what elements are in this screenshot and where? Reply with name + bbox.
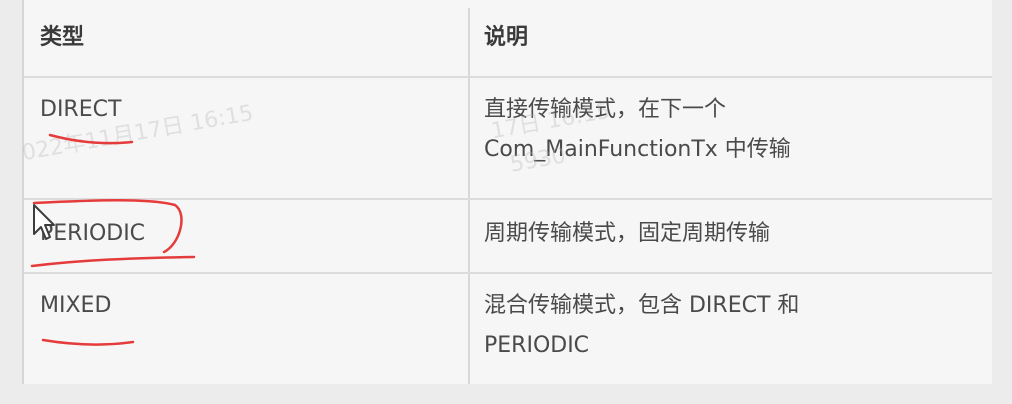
table-row: PERIODIC 周期传输模式，固定周期传输 (24, 198, 992, 274)
description-header: 说明 (484, 25, 529, 50)
row-direct-type: DIRECT (40, 97, 122, 122)
table-header-row: 类型 说明 (24, 0, 992, 78)
description-line: 周期传输模式，固定周期传输 (484, 221, 771, 246)
type-header: 类型 (40, 25, 85, 50)
row-periodic-description: 周期传输模式，固定周期传输 (484, 214, 770, 254)
description-line: 混合传输模式，包含 DIRECT 和 (484, 293, 800, 318)
description-line: 直接传输模式，在下一个 (484, 97, 727, 122)
table-row: DIRECT 直接传输模式，在下一个 Com_MainFunctionTx 中传… (24, 76, 992, 200)
table-row: MIXED 混合传输模式，包含 DIRECT 和 PERIODIC (24, 272, 992, 384)
description-line: Com_MainFunctionTx 中传输 (484, 137, 791, 162)
row-mixed-type: MIXED (40, 293, 112, 318)
row-direct-description: 直接传输模式，在下一个 Com_MainFunctionTx 中传输 (484, 90, 791, 170)
description-line: PERIODIC (484, 333, 590, 358)
row-mixed-description: 混合传输模式，包含 DIRECT 和 PERIODIC (484, 286, 799, 366)
transmission-mode-table: 类型 说明 DIRECT 直接传输模式，在下一个 Com_MainFunctio… (22, 0, 992, 384)
mouse-pointer-icon (33, 204, 55, 240)
